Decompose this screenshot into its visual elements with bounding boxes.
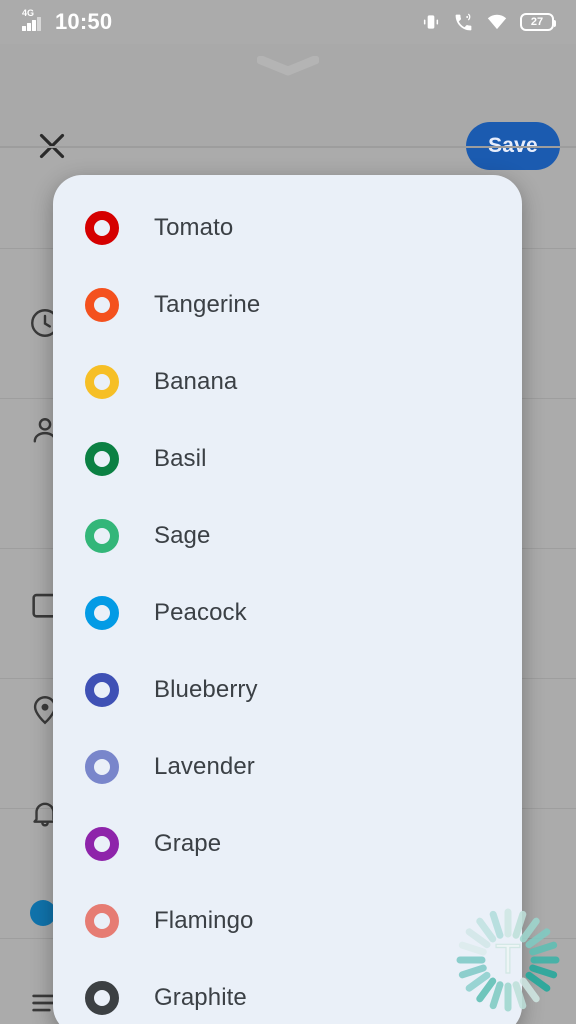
color-option-label: Blueberry <box>154 675 258 703</box>
color-swatch-ring-icon <box>85 749 119 784</box>
color-option-grape[interactable]: Grape <box>53 805 522 882</box>
color-option-blueberry[interactable]: Blueberry <box>53 651 522 728</box>
status-bar-clock: 10:50 <box>55 9 113 34</box>
color-option-basil[interactable]: Basil <box>53 420 522 497</box>
color-option-label: Flamingo <box>154 906 254 934</box>
color-swatch-ring-icon <box>85 441 119 476</box>
color-option-graphite[interactable]: Graphite <box>53 959 522 1024</box>
color-swatch-ring-icon <box>85 518 119 553</box>
color-swatch-ring-icon <box>85 903 119 938</box>
color-option-label: Banana <box>154 367 238 395</box>
color-option-flamingo[interactable]: Flamingo <box>53 882 522 959</box>
color-option-label: Lavender <box>154 752 255 780</box>
color-option-lavender[interactable]: Lavender <box>53 728 522 805</box>
color-swatch-ring-icon <box>85 595 119 630</box>
color-option-list: Tomato Tangerine Banana Basil Sage Peacock Blu… <box>53 175 522 1024</box>
app-sheet-header: Save <box>0 44 576 170</box>
signal-bars-icon <box>22 17 41 31</box>
color-option-label: Grape <box>154 829 222 857</box>
color-swatch-ring-icon <box>85 287 119 322</box>
wifi-icon <box>486 12 508 32</box>
color-swatch-ring-icon <box>85 364 119 399</box>
battery-percent-label: 27 <box>530 15 544 28</box>
color-option-banana[interactable]: Banana <box>53 343 522 420</box>
color-swatch-ring-icon <box>85 826 119 861</box>
cellular-signal-icon: 4G <box>22 9 46 33</box>
vibrate-icon <box>421 12 441 32</box>
color-option-label: Tangerine <box>154 290 261 318</box>
sheet-drag-handle-icon[interactable] <box>256 55 320 76</box>
status-bar: 4G 10:50 27 <box>0 0 576 44</box>
status-bar-right: 27 <box>421 12 556 33</box>
color-option-tomato[interactable]: Tomato <box>53 189 522 266</box>
color-swatch-ring-icon <box>85 672 119 707</box>
color-swatch-ring-icon <box>85 210 119 245</box>
color-option-peacock[interactable]: Peacock <box>53 574 522 651</box>
color-swatch-ring-icon <box>85 980 119 1015</box>
status-bar-left: 4G 10:50 <box>22 9 112 35</box>
color-option-label: Graphite <box>154 983 247 1011</box>
wifi-calling-icon <box>453 12 474 33</box>
color-picker-sheet[interactable]: Tomato Tangerine Banana Basil Sage Peacock Blu… <box>53 175 522 1024</box>
screen-root: 4G 10:50 27 Save Tomato Tangerine Banana… <box>0 0 576 1024</box>
color-option-label: Peacock <box>154 598 247 626</box>
color-option-label: Sage <box>154 521 211 549</box>
color-option-label: Tomato <box>154 213 234 241</box>
color-option-label: Basil <box>154 444 207 472</box>
battery-icon: 27 <box>520 13 556 31</box>
color-option-sage[interactable]: Sage <box>53 497 522 574</box>
color-option-tangerine[interactable]: Tangerine <box>53 266 522 343</box>
